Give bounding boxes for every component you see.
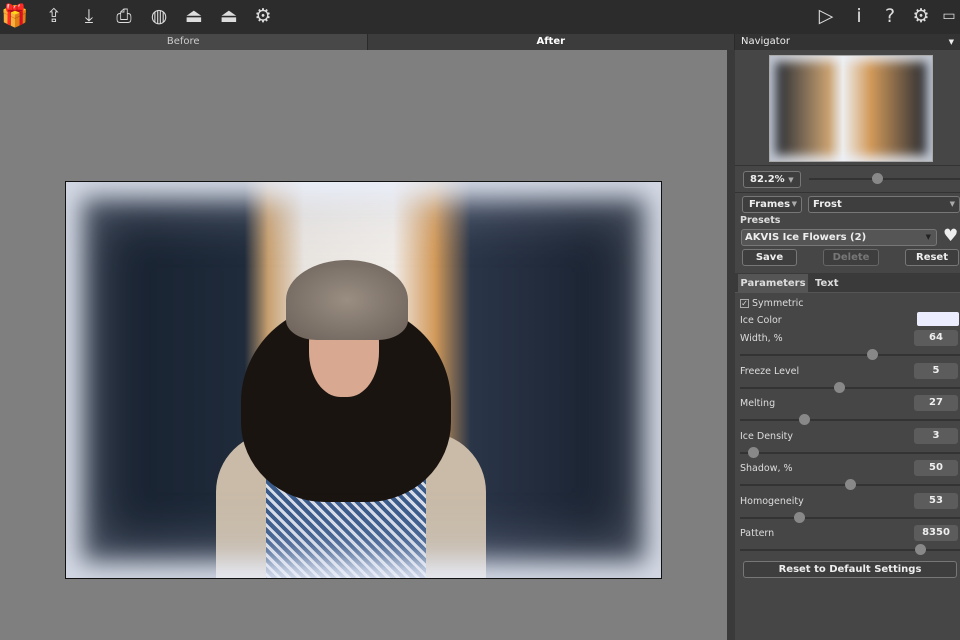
tab-parameters[interactable]: Parameters <box>738 274 808 293</box>
share-icon[interactable]: ◍ <box>146 3 172 29</box>
navigator-header[interactable]: Navigator ▼ <box>735 34 960 50</box>
collapse-icon[interactable]: ▼ <box>949 34 954 50</box>
param-value-field[interactable]: 64 <box>914 330 958 346</box>
param-value-field[interactable]: 50 <box>914 460 958 476</box>
symmetric-checkbox[interactable]: ✓ Symmetric <box>740 298 804 309</box>
tooltip-icon[interactable]: ▭ <box>936 3 960 29</box>
param-slider[interactable] <box>740 414 960 425</box>
param-value-field[interactable]: 5 <box>914 362 958 379</box>
zoom-value: 82.2% <box>750 174 785 185</box>
param-value-field[interactable]: 3 <box>914 427 958 444</box>
param-value-field[interactable]: 53 <box>914 492 958 509</box>
navigator-title: Navigator <box>741 36 790 47</box>
preferences-icon[interactable]: ⚙ <box>908 3 934 29</box>
param-value-field[interactable]: 8350 <box>914 525 958 541</box>
result-image[interactable] <box>65 181 662 579</box>
preset-select[interactable]: AKVIS Ice Flowers (2) ▼ <box>741 229 937 246</box>
preset-value: AKVIS Ice Flowers (2) <box>745 232 867 243</box>
tab-text[interactable]: Text <box>815 274 845 293</box>
gift-icon[interactable]: 🎁 <box>1 3 28 29</box>
tab-before[interactable]: Before <box>0 34 368 50</box>
help-icon[interactable]: ? <box>877 3 903 29</box>
param-label: Homogeneity <box>740 495 804 507</box>
vertical-scrollbar[interactable] <box>727 50 735 640</box>
run-icon[interactable]: ▷ <box>813 3 839 29</box>
info-icon[interactable]: i <box>846 3 872 29</box>
reset-preset-button[interactable]: Reset <box>905 249 959 266</box>
param-slider-thumb[interactable] <box>748 446 760 458</box>
param-label: Freeze Level <box>740 365 800 377</box>
reset-default-button[interactable]: Reset to Default Settings <box>743 561 957 578</box>
ice-color-label: Ice Color <box>740 315 782 326</box>
param-slider-thumb[interactable] <box>798 414 810 425</box>
param-value-field[interactable]: 27 <box>914 395 958 411</box>
param-slider[interactable] <box>740 544 960 555</box>
param-label: Shadow, % <box>740 463 793 474</box>
param-slider-thumb[interactable] <box>915 544 927 555</box>
param-label: Width, % <box>740 333 783 344</box>
param-label: Melting <box>740 398 776 409</box>
batch-settings-icon[interactable]: ⏏ <box>216 3 242 29</box>
param-slider[interactable] <box>740 511 960 523</box>
param-slider-thumb[interactable] <box>867 349 878 360</box>
open-image-icon[interactable]: ⇪ <box>41 3 67 29</box>
save-icon[interactable]: ⤓ <box>76 3 102 29</box>
category-value: Frames <box>749 199 791 210</box>
style-select[interactable]: Frost ▼ <box>808 196 960 213</box>
param-slider[interactable] <box>740 381 960 393</box>
print-icon[interactable]: ⎙ <box>111 3 137 29</box>
zoom-select[interactable]: 82.2% ▼ <box>743 171 801 188</box>
param-slider-thumb[interactable] <box>845 479 856 490</box>
settings-gears-icon[interactable]: ⚙ <box>250 3 276 29</box>
param-slider[interactable] <box>740 479 960 490</box>
frost-frame <box>66 182 661 578</box>
param-slider[interactable] <box>740 446 960 458</box>
category-select[interactable]: Frames ▼ <box>742 196 802 213</box>
param-slider-thumb[interactable] <box>834 381 845 393</box>
param-slider[interactable] <box>740 349 960 360</box>
param-slider-thumb[interactable] <box>794 511 806 523</box>
navigator-thumbnail[interactable] <box>769 55 933 162</box>
delete-preset-button[interactable]: Delete <box>823 249 879 266</box>
settings-panel: Navigator ▼ 82.2% ▼ Frames ▼ Frost ▼ Preset… <box>735 34 960 640</box>
symmetric-label: Symmetric <box>752 298 804 309</box>
presets-label: Presets <box>740 215 781 226</box>
toolbar: 🎁 ⇪ ⤓ ⎙ ◍ ⏏ ⏏ ⚙ ▷ i ? ⚙ ▭ <box>0 0 960 34</box>
batch-icon[interactable]: ⏏ <box>181 3 207 29</box>
style-value: Frost <box>813 199 842 210</box>
param-label: Pattern <box>740 528 775 539</box>
tab-after[interactable]: After <box>367 34 735 50</box>
save-preset-button[interactable]: Save <box>742 249 797 266</box>
view-tabs: Before After <box>0 34 735 50</box>
ice-color-swatch[interactable] <box>917 312 959 326</box>
param-label: Ice Density <box>740 430 794 442</box>
zoom-slider[interactable] <box>809 173 960 184</box>
zoom-slider-thumb[interactable] <box>871 173 883 184</box>
checkbox-icon[interactable]: ✓ <box>740 299 749 308</box>
favorite-heart-icon[interactable]: ♥ <box>943 226 958 246</box>
